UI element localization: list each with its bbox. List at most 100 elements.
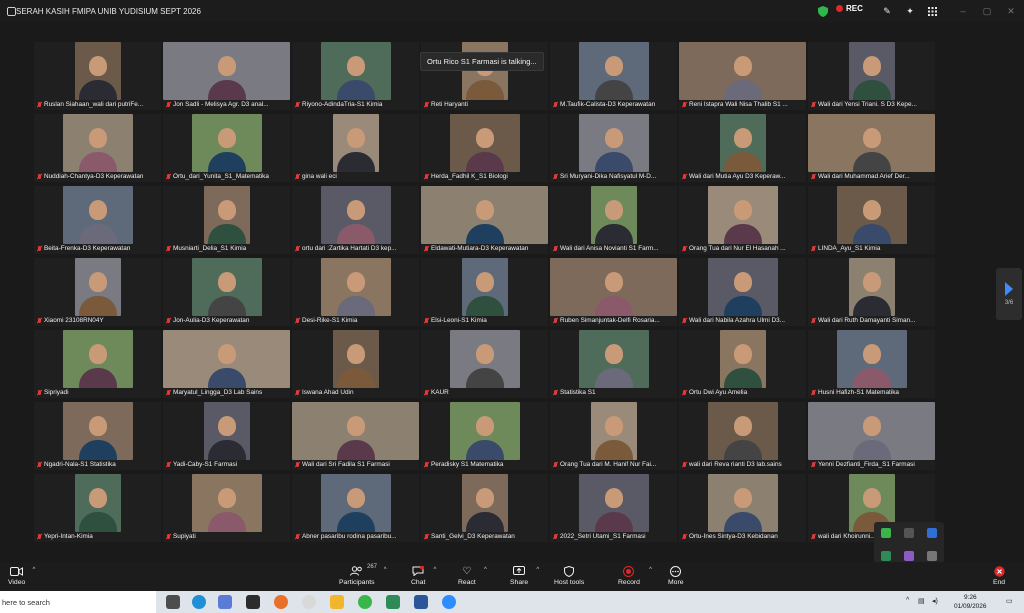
chevron-up-icon[interactable]: ^: [649, 567, 652, 573]
participant-tile[interactable]: Ortu-Ines Sintya-D3 Kebidanan: [679, 474, 806, 542]
taskbar-clock[interactable]: 9:26 01/09/2026: [954, 593, 987, 611]
app-icon[interactable]: [386, 595, 400, 609]
share-label: Share: [510, 579, 529, 586]
participant-tile[interactable]: Yepri-Intan-Kimia: [34, 474, 161, 542]
participant-tile[interactable]: KAUR: [421, 330, 548, 398]
more-button[interactable]: More: [668, 565, 684, 586]
participant-tile[interactable]: Ortu Dwi Ayu Amelia: [679, 330, 806, 398]
participant-tile[interactable]: Maryatul_Lingga_D3 Lab Sains: [163, 330, 290, 398]
participant-tile[interactable]: Reni Istapra Wali Nisa Thalib S1 ...: [679, 42, 806, 110]
chevron-up-icon[interactable]: ^: [384, 567, 387, 573]
chevron-up-icon[interactable]: ^: [32, 567, 35, 573]
participant-tile[interactable]: Abner pasaribu rodina pasaribu...: [292, 474, 419, 542]
participant-tile[interactable]: Orang Tua dari M. Hanif Nur Fai...: [550, 402, 677, 470]
end-button[interactable]: End: [992, 565, 1006, 586]
annotate-icon[interactable]: ✎: [880, 4, 894, 18]
participant-tile[interactable]: Eldawati-Mutiara-D3 Keperawatan: [421, 186, 548, 254]
share-button[interactable]: Share ^: [510, 565, 539, 586]
volume-icon[interactable]: ◂): [932, 597, 938, 605]
tray-app-icon[interactable]: [903, 550, 914, 561]
app-icon[interactable]: [302, 595, 316, 609]
video-button[interactable]: Video ^: [8, 565, 35, 586]
participants-button[interactable]: Participants ^: [339, 565, 387, 586]
participant-tile[interactable]: ortu dari :Zartika Hartati D3 kep...: [292, 186, 419, 254]
participant-tile[interactable]: Riyono-AdindaTria-S1 Kimia: [292, 42, 419, 110]
participant-tile[interactable]: Beita-Frenka-D3 Keperawatan: [34, 186, 161, 254]
task-view-icon[interactable]: [166, 595, 180, 609]
maximize-icon[interactable]: ▢: [980, 4, 994, 18]
participant-name: Wali dari Nabila Azahra Ulmi D3...: [689, 317, 786, 324]
participant-body: [465, 368, 504, 388]
participant-tile[interactable]: 2022_Setri Utami_S1 Farmasi: [550, 474, 677, 542]
participant-tile[interactable]: Xiaomi 23108RN04Y: [34, 258, 161, 326]
participant-tile[interactable]: gina wali eci: [292, 114, 419, 182]
tray-app-icon[interactable]: [880, 550, 891, 561]
mail-icon[interactable]: [246, 595, 260, 609]
host-tools-button[interactable]: Host tools: [554, 565, 584, 586]
participant-body: [594, 512, 633, 532]
tray-app-icon[interactable]: [927, 528, 938, 539]
word-icon[interactable]: [414, 595, 428, 609]
tray-app-icon[interactable]: [903, 528, 914, 539]
participant-tile[interactable]: Wali dari Nabila Azahra Ulmi D3...: [679, 258, 806, 326]
participant-tile[interactable]: Statistika S1: [550, 330, 677, 398]
file-explorer-icon[interactable]: [330, 595, 344, 609]
recording-indicator[interactable]: REC: [836, 4, 863, 13]
participant-tile[interactable]: Wali dari Yensi Triani. S D3 Kepe...: [808, 42, 935, 110]
store-icon[interactable]: [218, 595, 232, 609]
participant-tile[interactable]: Sri Muryani-Dika Nafisyatul M-D...: [550, 114, 677, 182]
pin-icon[interactable]: ✦: [903, 4, 917, 18]
minimize-icon[interactable]: –: [956, 4, 970, 18]
chevron-up-icon[interactable]: ^: [484, 567, 487, 573]
participant-tile[interactable]: Jon Sadli - Melisya Agr. D3 anal...: [163, 42, 290, 110]
chevron-up-icon[interactable]: ^: [434, 567, 437, 573]
zoom-taskbar-icon[interactable]: [442, 595, 456, 609]
taskbar-search[interactable]: here to search: [0, 591, 156, 613]
react-button[interactable]: ♡ React ^: [458, 565, 487, 587]
participant-tile[interactable]: LINDA_Ayu_S1 Kimia: [808, 186, 935, 254]
participant-tile[interactable]: Peradisky S1 Matematika: [421, 402, 548, 470]
participant-face: [604, 200, 623, 220]
tray-app-icon[interactable]: [927, 550, 938, 561]
participant-tile[interactable]: Supiyati: [163, 474, 290, 542]
participant-tile[interactable]: Yenni Dezfianti_Firda_S1 Farmasi: [808, 402, 935, 470]
chevron-up-icon[interactable]: ^: [906, 597, 909, 604]
edge-browser-icon[interactable]: [192, 595, 206, 609]
participant-tile[interactable]: Ruslan Siahaan_wali dari putriFe...: [34, 42, 161, 110]
firefox-icon[interactable]: [274, 595, 288, 609]
muted-mic-icon: [682, 245, 687, 252]
participant-tile[interactable]: wali dari Reva rianti D3 lab.sains: [679, 402, 806, 470]
participant-tile[interactable]: Santi_Gelvi_D3 Keperawatan: [421, 474, 548, 542]
participant-tile[interactable]: Wali dari Anisa Novianti S1 Farm...: [550, 186, 677, 254]
participant-tile[interactable]: Jon-Aulia-D3 Keperawatan: [163, 258, 290, 326]
participant-tile[interactable]: Nuddiah-Chantya-D3 Keperawatan: [34, 114, 161, 182]
participant-tile[interactable]: Ngadri-Nala-S1 Statistika: [34, 402, 161, 470]
participant-tile[interactable]: Husni Hafizh-S1 Matematika: [808, 330, 935, 398]
participant-tile[interactable]: Iswana Ahad Udin: [292, 330, 419, 398]
chat-button[interactable]: Chat ^: [411, 565, 436, 586]
chevron-up-icon[interactable]: ^: [536, 567, 539, 573]
chrome-icon[interactable]: [358, 595, 372, 609]
record-button[interactable]: Record ^: [618, 565, 652, 586]
notifications-icon[interactable]: ▭: [1006, 597, 1013, 605]
participant-tile[interactable]: Herda_Fadhil K_S1 Biologi: [421, 114, 548, 182]
participant-tile[interactable]: Ruben Simanjuntak-Delfi Rosaria...: [550, 258, 677, 326]
next-page-button[interactable]: 3/6: [996, 268, 1022, 320]
close-icon[interactable]: ✕: [1004, 4, 1018, 18]
participant-tile[interactable]: Wali dari Mutia Ayu D3 Keperaw...: [679, 114, 806, 182]
participant-tile[interactable]: Wali dari Ruth Damayanti Siman...: [808, 258, 935, 326]
participant-tile[interactable]: Orang Tua dari Nur El Hasanah ...: [679, 186, 806, 254]
participant-tile[interactable]: M.Taufik-Calista-D3 Keperawatan: [550, 42, 677, 110]
participant-tile[interactable]: Musniarti_Delia_S1 Kimia: [163, 186, 290, 254]
gallery-view-icon[interactable]: [925, 4, 939, 18]
shield-icon[interactable]: [816, 4, 830, 18]
participant-tile[interactable]: Sipriyadi: [34, 330, 161, 398]
participant-tile[interactable]: Yadi-Caby-S1 Farmasi: [163, 402, 290, 470]
participant-tile[interactable]: Elsi-Leoni-S1 Kimia: [421, 258, 548, 326]
network-icon[interactable]: ▤: [918, 597, 925, 605]
participant-tile[interactable]: Wali dari Muhammad Arief Der...: [808, 114, 935, 182]
participant-tile[interactable]: Wali dari Sri Fadila S1 Farmasi: [292, 402, 419, 470]
participant-tile[interactable]: Ortu_dari_Yunita_S1_Matematika: [163, 114, 290, 182]
participant-tile[interactable]: Desi-Rike-S1 Kimia: [292, 258, 419, 326]
tray-app-icon[interactable]: [880, 528, 891, 539]
